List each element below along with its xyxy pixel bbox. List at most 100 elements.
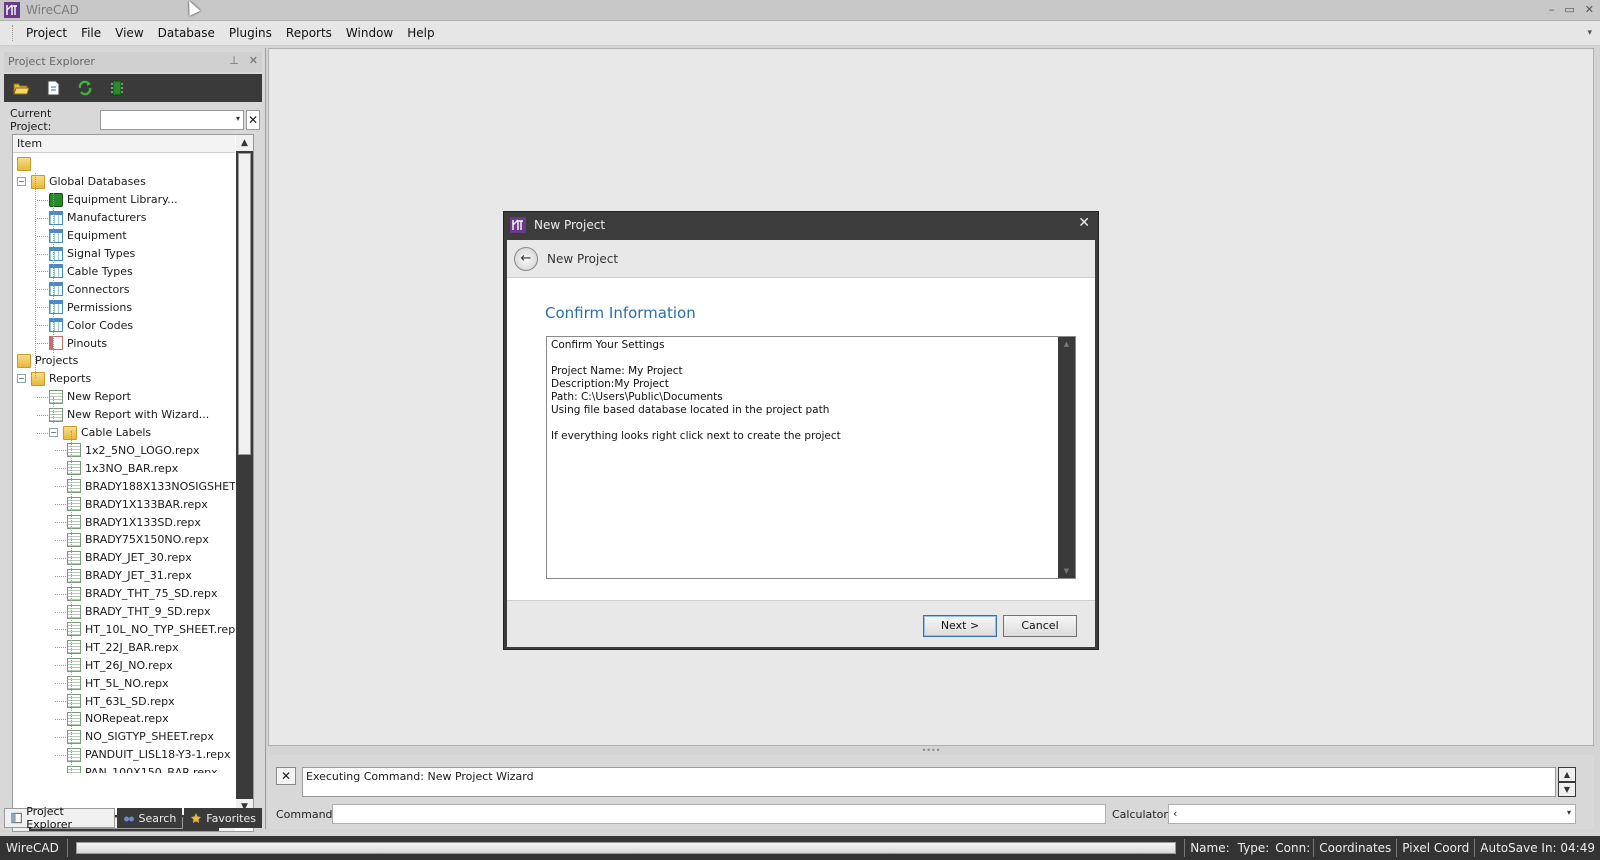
tree-item[interactable]: Color Codes — [49, 316, 133, 334]
tree-item[interactable]: NO_SIGTYP_SHEET.repx — [67, 728, 214, 746]
tree-item[interactable]: Permissions — [49, 298, 132, 316]
settings-summary-textbox[interactable]: Confirm Your Settings Project Name: My P… — [546, 336, 1076, 579]
tree-item[interactable]: HT_22J_BAR.repx — [67, 638, 179, 656]
dialog-body: ← New Project Confirm Information Confir… — [507, 240, 1095, 647]
tree-connector — [55, 557, 66, 559]
tree-item[interactable]: BRADY_THT_75_SD.repx — [67, 585, 218, 603]
equipment-library-icon[interactable] — [108, 79, 126, 97]
tree-item[interactable]: BRADY1X133BAR.repx — [67, 495, 208, 513]
tree-item[interactable]: Equipment Library... — [49, 191, 178, 209]
tree-item[interactable]: 1x2_5NO_LOGO.repx — [67, 441, 200, 459]
tree-item[interactable]: New Report with Wizard... — [49, 406, 209, 424]
tree-item[interactable]: Projects — [17, 352, 78, 370]
back-arrow-icon[interactable]: ← — [514, 246, 538, 271]
menu-view[interactable]: View — [108, 24, 150, 42]
cancel-button[interactable]: Cancel — [1003, 615, 1077, 637]
close-icon[interactable]: ✕ — [276, 767, 296, 785]
tree-vertical-scrollbar[interactable]: ▲ ▼ — [236, 135, 253, 815]
settings-scrollbar[interactable]: ▲ ▼ — [1058, 337, 1075, 578]
status-progress-bar — [75, 842, 1177, 854]
explorer-tabs: Project Explorer Search Favorites — [4, 805, 262, 831]
status-type: Type: — [1237, 841, 1270, 855]
table-icon — [49, 264, 63, 279]
current-project-select[interactable]: ▾ — [100, 110, 244, 130]
tree-item-label: Permissions — [67, 300, 133, 314]
chevron-down-icon[interactable]: ▾ — [236, 114, 240, 123]
menu-database[interactable]: Database — [151, 24, 222, 42]
command-output-scrollbar[interactable]: ▲ ▼ — [1558, 767, 1576, 797]
tree-item[interactable]: Connectors — [49, 280, 129, 298]
tree-item[interactable]: BRADY_JET_31.repx — [67, 567, 192, 585]
tree-connector — [37, 396, 48, 398]
next-button[interactable]: Next > — [923, 615, 997, 637]
scroll-down-icon[interactable]: ▼ — [1058, 564, 1075, 578]
refresh-icon[interactable] — [76, 79, 94, 97]
tree-item[interactable]: Cable Types — [49, 262, 133, 280]
tree-item[interactable]: Pinouts — [49, 334, 107, 352]
pin-icon[interactable]: ⊥ — [229, 54, 239, 67]
open-folder-icon[interactable] — [12, 79, 30, 97]
menu-file[interactable]: File — [74, 24, 108, 42]
dialog-close-button[interactable]: ✕ — [1078, 215, 1090, 231]
project-explorer-panel: Project Explorer ⊥ ✕ Current Project: ▾ — [0, 48, 266, 832]
tree-item[interactable]: − Cable Labels — [49, 424, 151, 442]
minimize-button[interactable]: – — [1549, 3, 1555, 16]
new-document-icon[interactable] — [44, 79, 62, 97]
tree-item[interactable]: Equipment — [49, 227, 127, 245]
scroll-up-icon[interactable]: ▲ — [1559, 768, 1575, 781]
calculator-input[interactable]: ‹ ▾ — [1168, 804, 1576, 824]
folder-icon — [17, 157, 31, 171]
tree-item[interactable]: Manufacturers — [49, 209, 146, 227]
tree-item[interactable]: HT_26J_NO.repx — [67, 656, 173, 674]
panel-close-button[interactable]: ✕ — [249, 54, 258, 67]
tree-item[interactable] — [17, 155, 35, 173]
tree-item[interactable]: HT_5L_NO.repx — [67, 674, 169, 692]
tree-connector — [37, 343, 48, 344]
tab-favorites[interactable]: Favorites — [184, 808, 262, 828]
collapse-icon[interactable]: − — [17, 374, 26, 384]
scroll-down-icon[interactable]: ▼ — [1559, 783, 1575, 796]
tree-item[interactable]: BRADY1X133SD.repx — [67, 513, 201, 531]
tab-project-explorer[interactable]: Project Explorer — [4, 805, 115, 831]
tree-item[interactable]: HT_63L_SD.repx — [67, 692, 175, 710]
menu-overflow-icon[interactable]: ▾ — [1587, 28, 1592, 38]
tree-item[interactable]: − Global Databases — [17, 173, 146, 191]
tree-item[interactable]: − Reports — [17, 370, 91, 388]
clear-project-button[interactable]: ✕ — [246, 110, 260, 130]
tree-item[interactable]: BRADY_THT_9_SD.repx — [67, 603, 211, 621]
menu-window[interactable]: Window — [339, 24, 400, 42]
scroll-up-icon[interactable]: ▲ — [236, 135, 253, 151]
maximize-button[interactable]: ▭ — [1564, 3, 1574, 16]
tree-item[interactable]: PANDUIT_LISL18-Y3-1.repx — [67, 746, 231, 764]
tree-vscroll-thumb[interactable] — [238, 153, 251, 455]
explorer-tab-icon — [11, 812, 22, 824]
command-input[interactable] — [332, 804, 1106, 824]
doc-icon — [49, 407, 63, 422]
tree-item[interactable]: NORepeat.repx — [67, 710, 169, 728]
tree-item[interactable]: PAN_100X150_BAR.repx — [67, 764, 218, 773]
table-icon — [49, 300, 63, 315]
collapse-icon[interactable]: − — [17, 177, 26, 187]
tree-column-header[interactable]: Item — [13, 135, 235, 153]
table-icon — [49, 210, 63, 225]
tree-item[interactable]: 1x3NO_BAR.repx — [67, 459, 178, 477]
tree-guide-line — [35, 173, 36, 378]
tree-item[interactable]: BRADY75X150NO.repx — [67, 531, 209, 549]
tree-item[interactable]: New Report — [49, 388, 131, 406]
menu-plugins[interactable]: Plugins — [222, 24, 279, 42]
tab-search[interactable]: Search — [116, 808, 183, 828]
tree-item[interactable]: Signal Types — [49, 245, 135, 263]
collapse-icon[interactable]: − — [49, 428, 58, 437]
menu-project[interactable]: Project — [19, 24, 74, 42]
scroll-up-icon[interactable]: ▲ — [1058, 337, 1075, 351]
close-window-button[interactable]: ✕ — [1585, 3, 1594, 16]
tree-item[interactable]: BRADY188X133NOSIGSHET.repx — [67, 477, 235, 495]
chevron-down-icon[interactable]: ▾ — [1567, 808, 1571, 817]
doc-icon — [67, 729, 81, 744]
menu-help[interactable]: Help — [400, 24, 441, 42]
doc-icon — [67, 711, 81, 726]
menu-reports[interactable]: Reports — [279, 24, 339, 42]
tree-item[interactable]: BRADY_JET_30.repx — [67, 549, 192, 567]
doc-icon — [67, 443, 81, 458]
tree-item[interactable]: HT_10L_NO_TYP_SHEET.repx — [67, 620, 235, 638]
